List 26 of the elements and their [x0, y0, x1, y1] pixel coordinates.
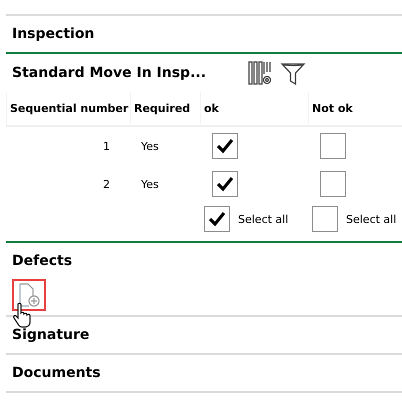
inspection-title: Standard Move In Insp... — [12, 65, 208, 81]
select-all-label: Select all — [238, 212, 288, 226]
column-header: ok — [200, 92, 308, 127]
checkmark-icon — [215, 174, 235, 194]
table-cell: Yes — [141, 178, 159, 190]
table-cell: Yes — [141, 140, 159, 152]
column-header: Not ok — [308, 92, 402, 127]
checkmark-icon — [207, 209, 227, 229]
column-header: Sequential number — [6, 92, 130, 127]
ok-checkbox[interactable] — [212, 171, 238, 197]
table-cell: 1 — [103, 140, 110, 152]
not-ok-checkbox[interactable] — [320, 171, 346, 197]
select-all-checkbox[interactable] — [204, 206, 230, 232]
select-all-checkbox[interactable] — [312, 206, 338, 232]
checkmark-icon — [215, 136, 235, 156]
section-title[interactable]: Defects — [6, 243, 402, 279]
ok-checkbox[interactable] — [212, 133, 238, 159]
section-title[interactable]: Signature — [6, 317, 402, 353]
not-ok-checkbox[interactable] — [320, 133, 346, 159]
column-settings-icon[interactable] — [248, 60, 274, 86]
add-document-button[interactable] — [12, 279, 46, 311]
section-title[interactable]: Documents — [6, 355, 402, 391]
select-all-label: Select all — [346, 212, 396, 226]
table-cell: 2 — [103, 178, 110, 190]
column-header: Required — [130, 92, 200, 127]
section-title[interactable]: Inspection — [6, 16, 402, 54]
